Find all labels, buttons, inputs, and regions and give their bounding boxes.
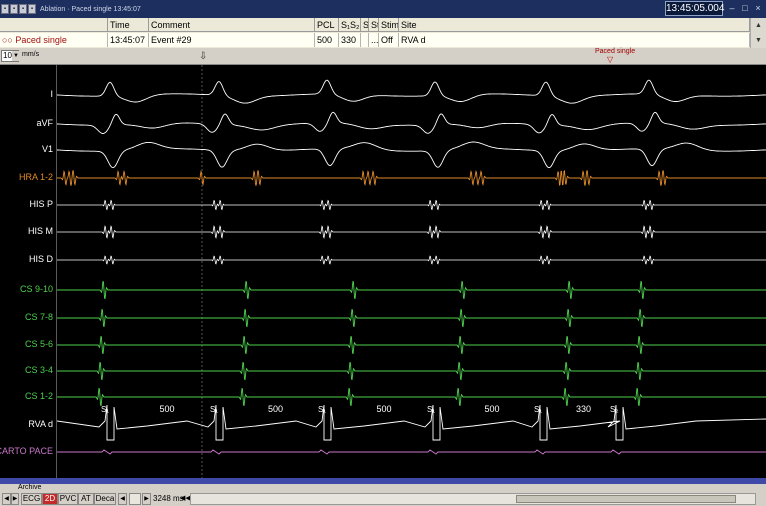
stim-marker: S₁ <box>427 405 435 414</box>
tab-ecg[interactable]: ECG <box>21 493 42 505</box>
tab-deca[interactable]: Deca <box>94 493 116 505</box>
channel-label-cs-3-4[interactable]: CS 3-4 <box>25 365 53 375</box>
event-time[interactable]: 13:45:07 <box>108 33 149 47</box>
chevron-down-icon[interactable]: ▼ <box>12 51 20 61</box>
maximize-icon[interactable]: □ <box>740 3 750 13</box>
trace-lead-avf <box>57 111 766 134</box>
header-s1s2[interactable]: S₁S₂ <box>339 18 361 32</box>
trace-cs-2 <box>57 308 766 328</box>
sweep-speed-unit: mm/s <box>22 51 40 58</box>
channel-label-cs-1-2[interactable]: CS 1-2 <box>25 391 53 401</box>
close-icon[interactable]: × <box>753 3 763 13</box>
time-scrollbar[interactable] <box>190 493 756 505</box>
trace-lead-i <box>57 79 766 104</box>
header-stim[interactable]: Stim <box>379 18 399 32</box>
stim-marker: S₂ <box>610 405 618 414</box>
title-bar: ▪ ▪ ▪ ▪ Ablation · Paced single 13:45:07… <box>0 0 766 18</box>
channel-label-rva-d[interactable]: RVA d <box>28 419 53 429</box>
channel-label-his-p[interactable]: HIS P <box>29 199 53 209</box>
trace-hra <box>57 169 766 187</box>
time-cursor-icon[interactable]: ⇩ <box>199 51 207 62</box>
event-pcl[interactable]: 500 <box>315 33 339 47</box>
event-flag-label: Paced single <box>595 48 636 55</box>
header-site[interactable]: Site <box>399 18 750 32</box>
channel-label-cs-5-6[interactable]: CS 5-6 <box>25 339 53 349</box>
event-type-icon: ○○ <box>2 35 13 45</box>
trace-carto-pace <box>57 449 766 455</box>
tab-at[interactable]: AT <box>78 493 94 505</box>
page-indicator[interactable] <box>129 493 141 505</box>
event-comment[interactable]: Event #29 <box>149 33 315 47</box>
trace-cs-1 <box>57 280 766 300</box>
signal-area[interactable]: IaVF V1 HRA 1-2 HIS P HIS M HIS D CS 9-10 CS 7-… <box>0 65 766 478</box>
tab-2d[interactable]: 2D <box>42 493 58 505</box>
event-table: × Time Comment PCL S₁S₂ S St Stim Site ○… <box>0 18 766 48</box>
clock-display: 13:45:05.004 <box>665 1 725 16</box>
trace-lead-v1 <box>57 141 766 169</box>
event-row-label[interactable]: ○○ Paced single <box>0 33 108 47</box>
channel-label-column: IaVF V1 HRA 1-2 HIS P HIS M HIS D CS 9-10 CS 7-… <box>0 65 57 478</box>
window-title: Ablation · Paced single 13:45:07 <box>40 5 141 13</box>
tab-pvc[interactable]: PVC <box>58 493 78 505</box>
window-icon-4[interactable]: ▪ <box>28 4 36 14</box>
header-time[interactable]: Time <box>108 18 149 32</box>
stim-marker: S₁ <box>210 405 218 414</box>
stim-interval-label: 500 <box>268 404 283 414</box>
channel-label-avf[interactable]: aVF <box>36 118 53 128</box>
channel-label-cs-7-8[interactable]: CS 7-8 <box>25 312 53 322</box>
channel-label-cs-9-10[interactable]: CS 9-10 <box>20 284 53 294</box>
scroll-up-icon[interactable]: ▲ <box>751 18 766 33</box>
ep-recording-window: ▪ ▪ ▪ ▪ Ablation · Paced single 13:45:07… <box>0 0 766 506</box>
sweep-toolbar: 100 ▼ mm/s ⇩ Paced single ▽ <box>0 48 766 65</box>
trace-canvas[interactable]: S₁ S₁ S₁ S₁ S₁ S₂ 500 500 500 500 330 <box>57 65 766 478</box>
trace-his-d <box>57 255 766 265</box>
minimize-icon[interactable]: – <box>727 3 737 13</box>
window-icon-2[interactable]: ▪ <box>10 4 18 14</box>
event-st[interactable]: .... <box>369 33 379 47</box>
event-site[interactable]: RVA d <box>399 33 750 47</box>
stim-interval-label: 500 <box>377 404 392 414</box>
tab-scroll-right-icon[interactable]: ▶ <box>11 493 19 505</box>
channel-label-v1[interactable]: V1 <box>42 144 53 154</box>
stim-marker: S₁ <box>534 405 542 414</box>
header-s[interactable]: S <box>361 18 369 32</box>
stim-marker: S₁ <box>101 405 109 414</box>
scroll-down-icon[interactable]: ▼ <box>751 33 766 48</box>
event-flag-icon[interactable]: ▽ <box>607 55 613 64</box>
stim-interval-label: 500 <box>485 404 500 414</box>
system-menu-icon[interactable]: ▪ <box>1 4 9 14</box>
header-st[interactable]: St <box>369 18 379 32</box>
bottom-bar: Archive ◀ ▶ ECG 2D PVC AT Deca ◀ ▶ 3248 … <box>0 484 766 506</box>
prev-page-icon[interactable]: ◀ <box>118 493 127 505</box>
event-s[interactable] <box>361 33 369 47</box>
channel-label-carto-pace[interactable]: CARTO PACE <box>0 446 53 456</box>
tab-scroll-left-icon[interactable]: ◀ <box>2 493 11 505</box>
header-comment[interactable]: Comment <box>149 18 315 32</box>
header-blank <box>0 18 108 32</box>
next-page-icon[interactable]: ▶ <box>142 493 151 505</box>
stim-interval-label: 330 <box>576 404 591 414</box>
event-label: Paced single <box>15 35 67 45</box>
trace-his-m <box>57 225 766 239</box>
channel-label-his-m[interactable]: HIS M <box>28 226 53 236</box>
channel-label-i[interactable]: I <box>50 89 53 99</box>
time-scroll-thumb[interactable] <box>516 495 736 503</box>
stim-interval-label: 500 <box>160 404 175 414</box>
trace-his-p <box>57 199 766 211</box>
archive-label: Archive <box>18 484 42 491</box>
stim-marker: S₁ <box>318 405 326 414</box>
channel-label-his-d[interactable]: HIS D <box>29 254 53 264</box>
event-s1s2[interactable]: 330 <box>339 33 361 47</box>
event-stim[interactable]: Off <box>379 33 399 47</box>
header-pcl[interactable]: PCL <box>315 18 339 32</box>
trace-cs-4 <box>57 361 766 381</box>
channel-label-hra-1-2[interactable]: HRA 1-2 <box>19 172 53 182</box>
event-table-scrollbar[interactable]: ▲ ▼ <box>750 18 766 48</box>
trace-cs-3 <box>57 335 766 355</box>
window-icon-3[interactable]: ▪ <box>19 4 27 14</box>
